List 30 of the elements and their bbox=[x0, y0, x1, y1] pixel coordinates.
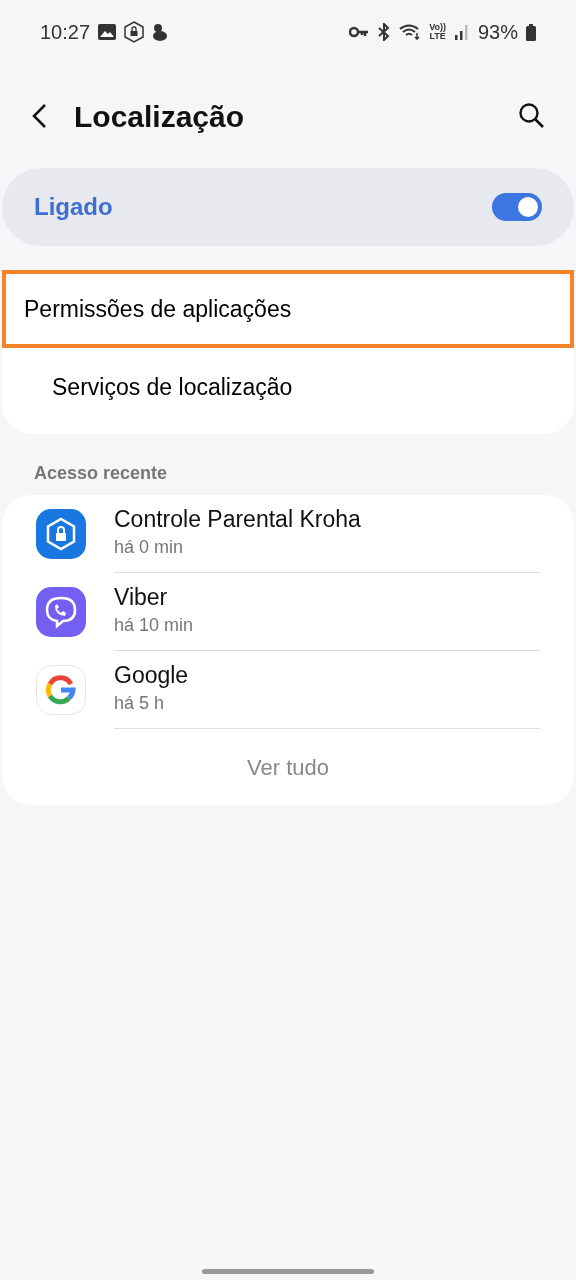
image-icon bbox=[98, 24, 117, 40]
app-name: Controle Parental Kroha bbox=[114, 506, 362, 534]
key-icon bbox=[349, 26, 370, 38]
see-all-button[interactable]: Ver tudo bbox=[2, 729, 574, 805]
battery-percent: 93% bbox=[477, 20, 518, 45]
app-icon bbox=[36, 665, 86, 715]
page-title: Localização bbox=[74, 98, 245, 135]
section-heading: Acesso recente bbox=[33, 462, 169, 485]
app-name: Google bbox=[114, 662, 190, 690]
switch-label: Ligado bbox=[34, 192, 113, 222]
app-name: Viber bbox=[114, 584, 169, 612]
signal-icon bbox=[453, 24, 470, 40]
lock-icon bbox=[124, 21, 145, 43]
app-icon bbox=[36, 509, 86, 559]
menu-item[interactable]: Serviços de localização bbox=[16, 348, 560, 426]
app-row[interactable]: Viber há 10 min bbox=[2, 573, 574, 651]
toggle-switch[interactable] bbox=[492, 193, 542, 221]
status-time: 10:27 bbox=[40, 20, 91, 45]
app-row[interactable]: Controle Parental Kroha há 0 min bbox=[2, 495, 574, 573]
app-icon bbox=[36, 587, 86, 637]
access-time: há 0 min bbox=[114, 535, 185, 559]
access-time: há 10 min bbox=[114, 613, 195, 637]
battery-icon bbox=[526, 23, 536, 41]
app-row[interactable]: Google há 5 h bbox=[2, 651, 574, 729]
volte-label: Vo)) LTE bbox=[429, 23, 446, 41]
bluetooth-icon bbox=[377, 23, 392, 41]
search-button[interactable] bbox=[518, 102, 546, 130]
access-time: há 5 h bbox=[114, 691, 166, 715]
menu-item[interactable]: Permissões de aplicações bbox=[2, 270, 574, 348]
wifi-icon bbox=[399, 24, 422, 40]
